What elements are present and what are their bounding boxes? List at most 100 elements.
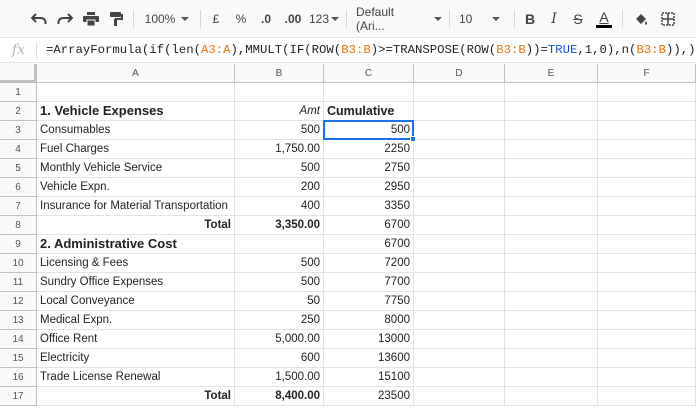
row-header-14[interactable]: 14	[0, 330, 37, 349]
cell-a3[interactable]: Consumables	[37, 121, 235, 140]
cell-b2[interactable]: Amt	[235, 102, 324, 121]
cell-d11[interactable]	[414, 273, 505, 292]
cell-f5[interactable]	[598, 159, 696, 178]
cell-a16[interactable]: Trade License Renewal	[37, 368, 235, 387]
cell-f17[interactable]	[598, 387, 696, 406]
cell-c13[interactable]: 8000	[324, 311, 414, 330]
cell-d9[interactable]	[414, 235, 505, 254]
cell-d12[interactable]	[414, 292, 505, 311]
cell-b10[interactable]: 500	[235, 254, 324, 273]
cell-a8[interactable]: Total	[37, 216, 235, 235]
column-header-b[interactable]: B	[235, 64, 324, 83]
column-header-e[interactable]: E	[505, 64, 598, 83]
cell-b8[interactable]: 3,350.00	[235, 216, 324, 235]
cell-c17[interactable]: 23500	[324, 387, 414, 406]
cell-a15[interactable]: Electricity	[37, 349, 235, 368]
cell-c16[interactable]: 15100	[324, 368, 414, 387]
cell-f7[interactable]	[598, 197, 696, 216]
decrease-decimal-button[interactable]: .0	[255, 8, 277, 30]
row-header-11[interactable]: 11	[0, 273, 37, 292]
column-header-c[interactable]: C	[324, 64, 414, 83]
column-header-f[interactable]: F	[598, 64, 696, 83]
cell-a6[interactable]: Vehicle Expn.	[37, 178, 235, 197]
cell-f1[interactable]	[598, 83, 696, 102]
cell-e2[interactable]	[505, 102, 598, 121]
row-header-12[interactable]: 12	[0, 292, 37, 311]
cell-e8[interactable]	[505, 216, 598, 235]
row-header-10[interactable]: 10	[0, 254, 37, 273]
cell-c2[interactable]: Cumulative	[324, 102, 414, 121]
cell-f4[interactable]	[598, 140, 696, 159]
select-all-corner[interactable]	[0, 64, 37, 83]
cell-c3[interactable]: 500	[324, 121, 414, 140]
row-header-5[interactable]: 5	[0, 159, 37, 178]
cell-c7[interactable]: 3350	[324, 197, 414, 216]
cell-d1[interactable]	[414, 83, 505, 102]
cell-d7[interactable]	[414, 197, 505, 216]
cell-a9[interactable]: 2. Administrative Cost	[37, 235, 235, 254]
formula-input[interactable]: =ArrayFormula(if(len(A3:A),MMULT(IF(ROW(…	[46, 43, 696, 57]
cell-b7[interactable]: 400	[235, 197, 324, 216]
cell-a7[interactable]: Insurance for Material Transportation	[37, 197, 235, 216]
font-size-select[interactable]: 10	[455, 8, 507, 30]
cell-e9[interactable]	[505, 235, 598, 254]
row-header-1[interactable]: 1	[0, 83, 37, 102]
cell-b11[interactable]: 500	[235, 273, 324, 292]
cell-b15[interactable]: 600	[235, 349, 324, 368]
cell-f6[interactable]	[598, 178, 696, 197]
text-color-button[interactable]: A	[593, 8, 615, 30]
cell-d6[interactable]	[414, 178, 505, 197]
cell-d2[interactable]	[414, 102, 505, 121]
cell-d4[interactable]	[414, 140, 505, 159]
paint-format-icon[interactable]	[106, 8, 126, 30]
row-header-15[interactable]: 15	[0, 349, 37, 368]
cell-c1[interactable]	[324, 83, 414, 102]
cell-e16[interactable]	[505, 368, 598, 387]
bold-button[interactable]: B	[520, 8, 540, 30]
cell-b1[interactable]	[235, 83, 324, 102]
print-icon[interactable]	[80, 8, 102, 30]
cell-b4[interactable]: 1,750.00	[235, 140, 324, 159]
cell-b9[interactable]	[235, 235, 324, 254]
cell-e11[interactable]	[505, 273, 598, 292]
cell-a10[interactable]: Licensing & Fees	[37, 254, 235, 273]
cell-b3[interactable]: 500	[235, 121, 324, 140]
cell-c12[interactable]: 7750	[324, 292, 414, 311]
cell-d15[interactable]	[414, 349, 505, 368]
cell-f9[interactable]	[598, 235, 696, 254]
cell-b14[interactable]: 5,000.00	[235, 330, 324, 349]
cell-b13[interactable]: 250	[235, 311, 324, 330]
cell-f3[interactable]	[598, 121, 696, 140]
cell-e15[interactable]	[505, 349, 598, 368]
cell-b16[interactable]: 1,500.00	[235, 368, 324, 387]
cell-e5[interactable]	[505, 159, 598, 178]
borders-icon[interactable]	[657, 8, 679, 30]
cell-c11[interactable]: 7700	[324, 273, 414, 292]
row-header-8[interactable]: 8	[0, 216, 37, 235]
cell-f13[interactable]	[598, 311, 696, 330]
row-header-9[interactable]: 9	[0, 235, 37, 254]
cell-c15[interactable]: 13600	[324, 349, 414, 368]
row-header-2[interactable]: 2	[0, 102, 37, 121]
cell-b5[interactable]: 500	[235, 159, 324, 178]
cell-b17[interactable]: 8,400.00	[235, 387, 324, 406]
increase-decimal-button[interactable]: .00	[281, 8, 305, 30]
fill-color-icon[interactable]	[630, 8, 652, 30]
row-header-6[interactable]: 6	[0, 178, 37, 197]
cell-c8[interactable]: 6700	[324, 216, 414, 235]
font-family-select[interactable]: Default (Ari...	[352, 5, 442, 33]
cell-e4[interactable]	[505, 140, 598, 159]
cell-d10[interactable]	[414, 254, 505, 273]
fill-handle[interactable]	[410, 136, 416, 142]
cell-e14[interactable]	[505, 330, 598, 349]
cell-f16[interactable]	[598, 368, 696, 387]
cell-e6[interactable]	[505, 178, 598, 197]
cell-a1[interactable]	[37, 83, 235, 102]
row-header-17[interactable]: 17	[0, 387, 37, 406]
cell-d13[interactable]	[414, 311, 505, 330]
italic-button[interactable]: I	[544, 8, 564, 30]
undo-icon[interactable]	[28, 8, 50, 30]
cell-e17[interactable]	[505, 387, 598, 406]
cell-b12[interactable]: 50	[235, 292, 324, 311]
cell-d16[interactable]	[414, 368, 505, 387]
